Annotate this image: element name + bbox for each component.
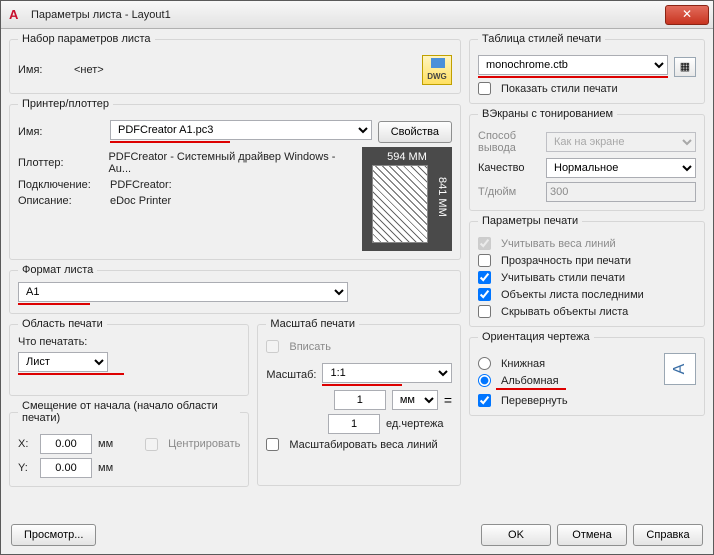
dpi-label: Т/дюйм bbox=[478, 186, 540, 198]
paper-group: Формат листа A1 bbox=[9, 264, 461, 314]
drawing-units-label: ед.чертежа bbox=[386, 418, 452, 430]
x-label: X: bbox=[18, 438, 34, 450]
preview-button[interactable]: Просмотр... bbox=[11, 524, 96, 546]
equals-icon: = bbox=[444, 392, 452, 408]
trans-label: Прозрачность при печати bbox=[501, 255, 631, 267]
landscape-label: Альбомная bbox=[501, 375, 559, 387]
dpi-input bbox=[546, 182, 696, 202]
styles-label: Учитывать стили печати bbox=[501, 272, 625, 284]
upside-label: Перевернуть bbox=[501, 395, 568, 407]
dwg-icon: DWG bbox=[422, 55, 452, 85]
plotter-label: Плоттер: bbox=[18, 157, 102, 169]
footer: Просмотр... OK Отмена Справка bbox=[9, 518, 705, 548]
cancel-button[interactable]: Отмена bbox=[557, 524, 627, 546]
paper-size-select[interactable]: A1 bbox=[18, 282, 348, 302]
printer-name-select[interactable]: PDFCreator A1.pc3 bbox=[110, 120, 372, 140]
offset-legend: Смещение от начала (начало области печат… bbox=[18, 400, 240, 424]
paper-preview: 594 MM 841 MM bbox=[362, 147, 452, 251]
orient-group: Ориентация чертежа Книжная Альбомная Пер… bbox=[469, 331, 705, 416]
shade-mode-select: Как на экране bbox=[546, 132, 696, 152]
pageset-group: Набор параметров листа Имя: <нет> DWG bbox=[9, 33, 461, 94]
plotopts-legend: Параметры печати bbox=[478, 215, 582, 227]
hide-label: Скрывать объекты листа bbox=[501, 306, 628, 318]
printer-legend: Принтер/плоттер bbox=[18, 98, 113, 110]
printer-properties-button[interactable]: Свойства bbox=[378, 121, 452, 143]
page-setup-dialog: A Параметры листа - Layout1 ✕ Набор пара… bbox=[0, 0, 714, 555]
connection-value: PDFCreator: bbox=[110, 179, 172, 191]
scale-unit-select[interactable]: мм bbox=[392, 390, 438, 410]
x-input[interactable] bbox=[40, 434, 92, 454]
portrait-label: Книжная bbox=[501, 358, 545, 370]
paper-legend: Формат листа bbox=[18, 264, 97, 276]
last-checkbox[interactable] bbox=[478, 288, 491, 301]
help-button[interactable]: Справка bbox=[633, 524, 703, 546]
upside-checkbox[interactable] bbox=[478, 394, 491, 407]
what-to-plot-select[interactable]: Лист bbox=[18, 352, 108, 372]
scale-den-input[interactable] bbox=[328, 414, 380, 434]
connection-label: Подключение: bbox=[18, 179, 104, 191]
portrait-radio[interactable] bbox=[478, 357, 491, 370]
preview-width: 594 MM bbox=[362, 151, 452, 163]
scale-label: Масштаб: bbox=[266, 369, 316, 381]
offset-group: Смещение от начала (начало области печат… bbox=[9, 400, 249, 487]
orient-legend: Ориентация чертежа bbox=[478, 331, 594, 343]
plotter-value: PDFCreator - Системный драйвер Windows -… bbox=[108, 151, 356, 175]
app-icon: A bbox=[9, 7, 25, 23]
titlebar: A Параметры листа - Layout1 ✕ bbox=[1, 1, 713, 29]
orientation-icon: A bbox=[664, 353, 696, 385]
description-value: eDoc Printer bbox=[110, 195, 171, 207]
center-label: Центрировать bbox=[168, 438, 240, 450]
lw-label: Учитывать веса линий bbox=[501, 238, 616, 250]
y-unit: мм bbox=[98, 462, 113, 474]
scale-lw-label: Масштабировать веса линий bbox=[289, 439, 437, 451]
plotstyle-edit-button[interactable]: ▦ bbox=[674, 57, 696, 77]
hide-checkbox[interactable] bbox=[478, 305, 491, 318]
area-legend: Область печати bbox=[18, 318, 107, 330]
preview-height: 841 MM bbox=[436, 177, 448, 217]
scale-select[interactable]: 1:1 bbox=[322, 363, 452, 383]
plotstyle-group: Таблица стилей печати monochrome.ctb ▦ П… bbox=[469, 33, 705, 104]
printer-group: Принтер/плоттер Имя: PDFCreator A1.pc3 С… bbox=[9, 98, 461, 260]
scale-group: Масштаб печати Вписать Масштаб: 1:1 bbox=[257, 318, 461, 486]
area-group: Область печати Что печатать: Лист bbox=[9, 318, 249, 396]
description-label: Описание: bbox=[18, 195, 104, 207]
printer-name-label: Имя: bbox=[18, 126, 104, 138]
viewport-legend: ВЭкраны с тонированием bbox=[478, 108, 617, 120]
scale-legend: Масштаб печати bbox=[266, 318, 359, 330]
show-styles-label: Показать стили печати bbox=[501, 83, 618, 95]
plotopts-group: Параметры печати Учитывать веса линий Пр… bbox=[469, 215, 705, 327]
quality-label: Качество bbox=[478, 162, 540, 174]
y-input[interactable] bbox=[40, 458, 92, 478]
close-button[interactable]: ✕ bbox=[665, 5, 709, 25]
y-label: Y: bbox=[18, 462, 34, 474]
viewport-group: ВЭкраны с тонированием Способ вывода Как … bbox=[469, 108, 705, 211]
pageset-name-value: <нет> bbox=[74, 64, 416, 76]
window-title: Параметры листа - Layout1 bbox=[31, 9, 665, 21]
plotstyle-select[interactable]: monochrome.ctb bbox=[478, 55, 668, 75]
styles-checkbox[interactable] bbox=[478, 271, 491, 284]
shade-mode-label: Способ вывода bbox=[478, 130, 540, 154]
landscape-radio[interactable] bbox=[478, 374, 491, 387]
quality-select[interactable]: Нормальное bbox=[546, 158, 696, 178]
x-unit: мм bbox=[98, 438, 113, 450]
scale-lw-checkbox[interactable] bbox=[266, 438, 279, 451]
plotstyle-legend: Таблица стилей печати bbox=[478, 33, 605, 45]
pageset-legend: Набор параметров листа bbox=[18, 33, 155, 45]
scale-num-input[interactable] bbox=[334, 390, 386, 410]
fit-label: Вписать bbox=[289, 341, 331, 353]
what-to-plot-label: Что печатать: bbox=[18, 336, 240, 348]
fit-checkbox bbox=[266, 340, 279, 353]
center-checkbox bbox=[145, 438, 158, 451]
pageset-name-label: Имя: bbox=[18, 64, 68, 76]
ok-button[interactable]: OK bbox=[481, 524, 551, 546]
last-label: Объекты листа последними bbox=[501, 289, 644, 301]
trans-checkbox[interactable] bbox=[478, 254, 491, 267]
show-styles-checkbox[interactable] bbox=[478, 82, 491, 95]
lw-checkbox bbox=[478, 237, 491, 250]
